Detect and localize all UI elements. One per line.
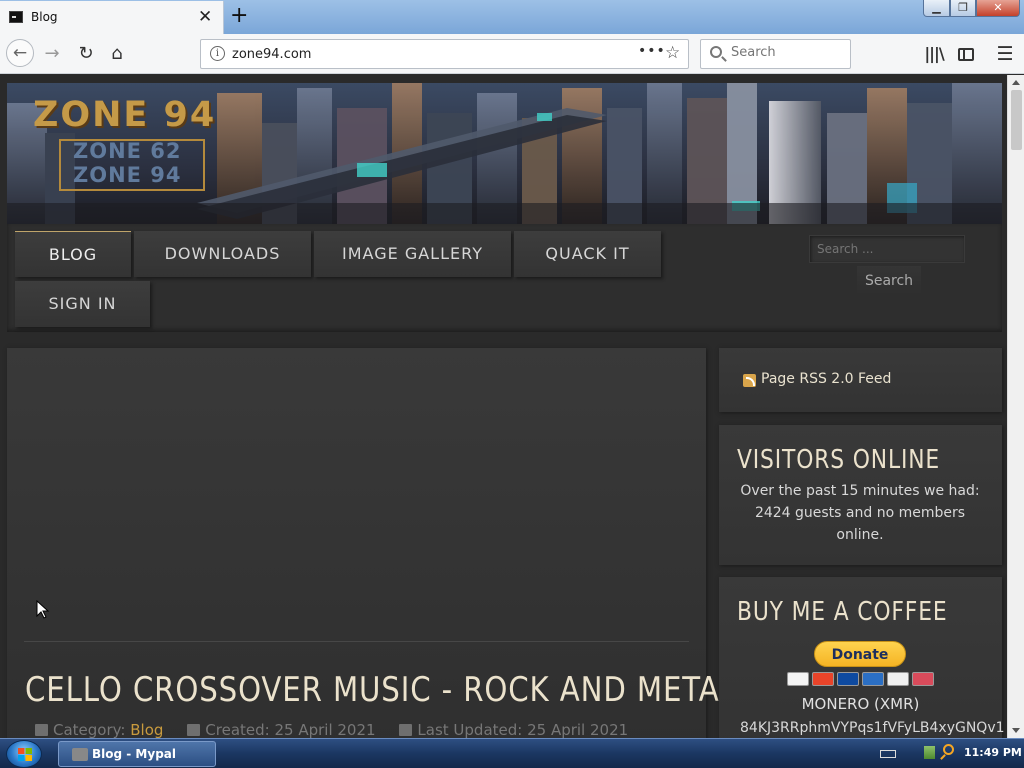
site-logo-line2: ZONE 62 bbox=[73, 139, 182, 163]
category-link[interactable]: Blog bbox=[130, 721, 163, 738]
hamburger-menu-icon[interactable]: ☰ bbox=[993, 34, 1017, 74]
visitors-heading: VISITORS ONLINE bbox=[737, 445, 941, 475]
visitors-online-panel: VISITORS ONLINE Over the past 15 minutes… bbox=[719, 425, 1002, 565]
site-logo-main[interactable]: ZONE 94 bbox=[33, 95, 216, 135]
article-panel: CELLO CROSSOVER MUSIC - ROCK AND METAL C… bbox=[7, 348, 736, 738]
visitors-text: Over the past 15 minutes we had: 2424 gu… bbox=[740, 483, 980, 543]
rss-feed-link[interactable]: Page RSS 2.0 Feed bbox=[761, 371, 891, 387]
article-meta: Category: Blog Created: 25 April 2021 La… bbox=[35, 721, 628, 738]
navigation-toolbar: ← → ↻ ⌂ i zone94.com ••• ☆ |||\ ☰ bbox=[0, 34, 1024, 74]
new-tab-button[interactable]: + bbox=[230, 3, 248, 28]
taskbar-clock[interactable]: 11:49 PM bbox=[964, 746, 1022, 759]
last-updated-date: Last Updated: 25 April 2021 bbox=[417, 721, 629, 738]
reload-icon[interactable]: ↻ bbox=[74, 34, 98, 74]
site-logo-line3: ZONE 94 bbox=[73, 163, 182, 187]
home-icon[interactable]: ⌂ bbox=[105, 34, 129, 74]
scroll-up-icon[interactable] bbox=[1012, 80, 1020, 85]
site-main-menu: BLOG DOWNLOADS IMAGE GALLERY QUACK IT SI… bbox=[7, 224, 1002, 332]
calendar-icon bbox=[187, 724, 201, 736]
folder-icon bbox=[35, 724, 48, 736]
browser-search-input[interactable] bbox=[731, 45, 841, 60]
maximize-button[interactable]: ❐ bbox=[950, 0, 976, 17]
network-icon[interactable] bbox=[924, 746, 935, 759]
window-close-button[interactable]: ✕ bbox=[976, 0, 1020, 17]
article-title[interactable]: CELLO CROSSOVER MUSIC - ROCK AND METAL bbox=[25, 670, 737, 710]
tray-search-icon[interactable] bbox=[943, 744, 954, 755]
menu-item-sign-in[interactable]: SIGN IN bbox=[15, 281, 150, 327]
created-date: Created: 25 April 2021 bbox=[205, 721, 376, 738]
mypal-app-icon bbox=[72, 748, 88, 761]
tab-bar: Blog ✕ + ▁ ❐ ✕ bbox=[0, 0, 1024, 34]
back-arrow-icon[interactable]: ← bbox=[6, 39, 34, 67]
taskbar-item-label: Blog - Mypal bbox=[92, 747, 176, 761]
page-scrollbar[interactable] bbox=[1007, 75, 1024, 738]
site-favicon-icon bbox=[9, 11, 23, 23]
minimize-button[interactable]: ▁ bbox=[923, 0, 950, 17]
scrollbar-thumb[interactable] bbox=[1011, 90, 1022, 150]
tab-title: Blog bbox=[31, 10, 58, 24]
site-search-button[interactable]: Search bbox=[857, 266, 921, 296]
donate-button[interactable]: Donate bbox=[814, 641, 906, 667]
info-icon[interactable]: i bbox=[210, 46, 225, 61]
keyboard-icon[interactable] bbox=[880, 750, 896, 758]
monero-label: MONERO (XMR) bbox=[801, 695, 920, 713]
article-divider bbox=[24, 641, 689, 642]
menu-item-downloads[interactable]: DOWNLOADS bbox=[134, 231, 311, 277]
page-actions-icon[interactable]: ••• bbox=[638, 43, 666, 59]
category-label: Category: bbox=[53, 721, 126, 738]
start-button[interactable] bbox=[6, 740, 42, 768]
scroll-down-icon[interactable] bbox=[1012, 728, 1020, 733]
close-tab-icon[interactable]: ✕ bbox=[198, 7, 212, 27]
rss-panel: Page RSS 2.0 Feed bbox=[719, 348, 1002, 412]
menu-item-blog[interactable]: BLOG bbox=[15, 231, 131, 277]
url-text[interactable]: zone94.com bbox=[232, 47, 311, 62]
window-controls: ▁ ❐ ✕ bbox=[923, 0, 1020, 18]
menu-item-image-gallery[interactable]: IMAGE GALLERY bbox=[314, 231, 511, 277]
taskbar-item-mypal[interactable]: Blog - Mypal bbox=[58, 741, 216, 767]
address-bar[interactable]: i zone94.com ••• ☆ bbox=[200, 39, 689, 69]
calendar-icon bbox=[399, 724, 413, 736]
rss-icon bbox=[743, 374, 756, 387]
site-banner[interactable]: ZONE 94 ZONE 62 ZONE 94 bbox=[7, 83, 1002, 224]
monero-address[interactable]: 84KJ3RRphmVYPqs1fVFyLB4xyGNQv1 bbox=[740, 720, 1005, 736]
sidebar-icon[interactable] bbox=[955, 34, 977, 74]
payment-cards-icon bbox=[787, 672, 934, 686]
library-icon[interactable]: |||\ bbox=[922, 34, 946, 74]
web-page: ZONE 94 ZONE 62 ZONE 94 BLOG DOWNLOADS I… bbox=[0, 75, 1007, 738]
bookmark-star-icon[interactable]: ☆ bbox=[665, 43, 680, 63]
windows-taskbar: Blog - Mypal 11:49 PM bbox=[0, 738, 1024, 768]
forward-arrow-icon[interactable]: → bbox=[40, 34, 64, 74]
menu-item-quack-it[interactable]: QUACK IT bbox=[514, 231, 661, 277]
tab-blog[interactable]: Blog ✕ bbox=[0, 1, 224, 34]
site-search-input[interactable] bbox=[809, 235, 965, 263]
browser-search-box[interactable] bbox=[700, 39, 851, 69]
buy-me-a-coffee-panel: BUY ME A COFFEE Donate MONERO (XMR) 84KJ… bbox=[719, 577, 1005, 738]
coffee-heading: BUY ME A COFFEE bbox=[737, 597, 948, 627]
windows-logo-icon bbox=[18, 748, 32, 761]
search-icon bbox=[710, 46, 722, 58]
